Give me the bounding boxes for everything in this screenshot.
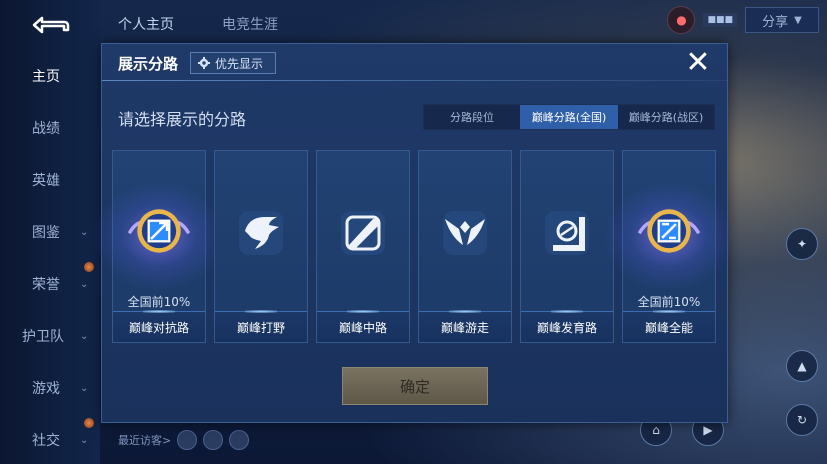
share-button-label: 分享 — [762, 14, 789, 30]
chevron-down-icon: ⌄ — [80, 434, 89, 446]
card-label: 巅峰打野 — [215, 310, 307, 342]
lane-card-mid[interactable]: 巅峰中路 — [316, 150, 410, 343]
priority-display-button[interactable]: 优先显示 — [190, 52, 276, 74]
sidebar-item-record[interactable]: 战绩 — [0, 110, 100, 146]
gear-icon — [198, 57, 210, 69]
lane-filter-tabs: 分路段位 巅峰分路(全国) 巅峰分路(战区) — [423, 104, 715, 130]
chevron-down-icon: ⌄ — [80, 278, 89, 290]
lane-card-bot[interactable]: 巅峰发育路 — [520, 150, 614, 343]
tab-lane-rank[interactable]: 分路段位 — [424, 105, 520, 129]
recent-visitors[interactable]: 最近访客> — [118, 430, 250, 450]
sidebar-item-games[interactable]: 游戏 ⌄ — [0, 370, 100, 406]
card-label: 巅峰全能 — [623, 310, 715, 342]
lane-card-support[interactable]: 巅峰游走 — [418, 150, 512, 343]
status-badge: ■■■ — [703, 13, 737, 27]
sidebar-item-label: 英雄 — [32, 173, 60, 189]
card-label: 巅峰中路 — [317, 310, 409, 342]
chevron-down-icon: ⌄ — [80, 226, 89, 238]
sidebar-item-gallery[interactable]: 图鉴 ⌄ — [0, 214, 100, 250]
card-label: 巅峰发育路 — [521, 310, 613, 342]
left-sidebar: 主页 战绩 英雄 图鉴 ⌄ 荣誉 ⌄ 护卫队 ⌄ 游戏 ⌄ 社交 ⌄ — [0, 0, 100, 464]
chevron-down-icon: ⌄ — [80, 330, 89, 342]
hero-icon[interactable]: ▲ — [786, 350, 818, 382]
sidebar-item-label: 战绩 — [32, 121, 60, 137]
card-label: 巅峰对抗路 — [113, 310, 205, 342]
sidebar-item-heroes[interactable]: 英雄 — [0, 162, 100, 198]
lane-card-jungle[interactable]: 巅峰打野 — [214, 150, 308, 343]
sidebar-item-label: 荣誉 — [32, 277, 60, 293]
sidebar-item-honor[interactable]: 荣誉 ⌄ — [0, 266, 100, 302]
dialog-subtitle: 请选择展示的分路 — [118, 110, 247, 129]
chevron-down-icon: ▼ — [794, 14, 802, 26]
confirm-button[interactable]: 确定 — [342, 367, 488, 405]
tab-esports-career[interactable]: 电竞生涯 — [222, 14, 278, 34]
header-divider — [102, 80, 727, 81]
bot-avatar[interactable]: ● — [667, 6, 696, 34]
lane-card-all-round[interactable]: 全国前10% 巅峰全能 — [603, 150, 735, 343]
tab-peak-region[interactable]: 巅峰分路(战区) — [618, 105, 714, 129]
sidebar-item-guard[interactable]: 护卫队 ⌄ — [0, 318, 100, 354]
close-icon[interactable]: ✕ — [682, 45, 714, 80]
switch-hero-icon[interactable]: ↻ — [786, 404, 818, 436]
tab-peak-national[interactable]: 巅峰分路(全国) — [520, 105, 618, 129]
chevron-down-icon: ⌄ — [80, 382, 89, 394]
avatar[interactable] — [229, 430, 250, 450]
mid-lane-icon — [341, 211, 385, 255]
sidebar-item-home[interactable]: 主页 — [0, 58, 100, 94]
lane-display-dialog: 展示分路 优先显示 ✕ 请选择展示的分路 分路段位 巅峰分路(全国) 巅峰分路(… — [93, 43, 735, 423]
jungle-dragon-icon — [239, 211, 283, 255]
top-right-bar: ● ■■■ 分享 ▼ — [667, 6, 819, 34]
back-icon[interactable] — [26, 14, 70, 36]
rank-text: 全国前10% — [637, 295, 701, 309]
sidebar-item-label: 社交 — [32, 433, 60, 449]
priority-display-label: 优先显示 — [215, 56, 264, 71]
sidebar-item-label: 主页 — [32, 69, 60, 85]
bot-lane-icon — [545, 211, 589, 255]
share-button[interactable]: 分享 ▼ — [745, 7, 819, 33]
avatar[interactable] — [203, 430, 224, 450]
rank-text: 全国前10% — [127, 295, 191, 309]
sidebar-item-label: 图鉴 — [32, 225, 60, 241]
all-round-badge-icon — [637, 209, 701, 253]
dialog-title: 展示分路 — [118, 55, 179, 73]
sidebar-item-social[interactable]: 社交 ⌄ — [0, 422, 100, 458]
card-label: 巅峰游走 — [419, 310, 511, 342]
sidebar-item-label: 护卫队 — [22, 329, 64, 345]
top-lane-badge-icon — [127, 209, 191, 253]
recent-visitors-label: 最近访客> — [118, 434, 172, 447]
support-wings-icon — [443, 211, 487, 255]
tab-profile[interactable]: 个人主页 — [118, 14, 174, 34]
avatar[interactable] — [177, 430, 198, 450]
lane-card-top[interactable]: 全国前10% 巅峰对抗路 — [93, 150, 225, 343]
sidebar-item-label: 游戏 — [32, 381, 60, 397]
badge-icon[interactable]: ✦ — [786, 228, 818, 260]
